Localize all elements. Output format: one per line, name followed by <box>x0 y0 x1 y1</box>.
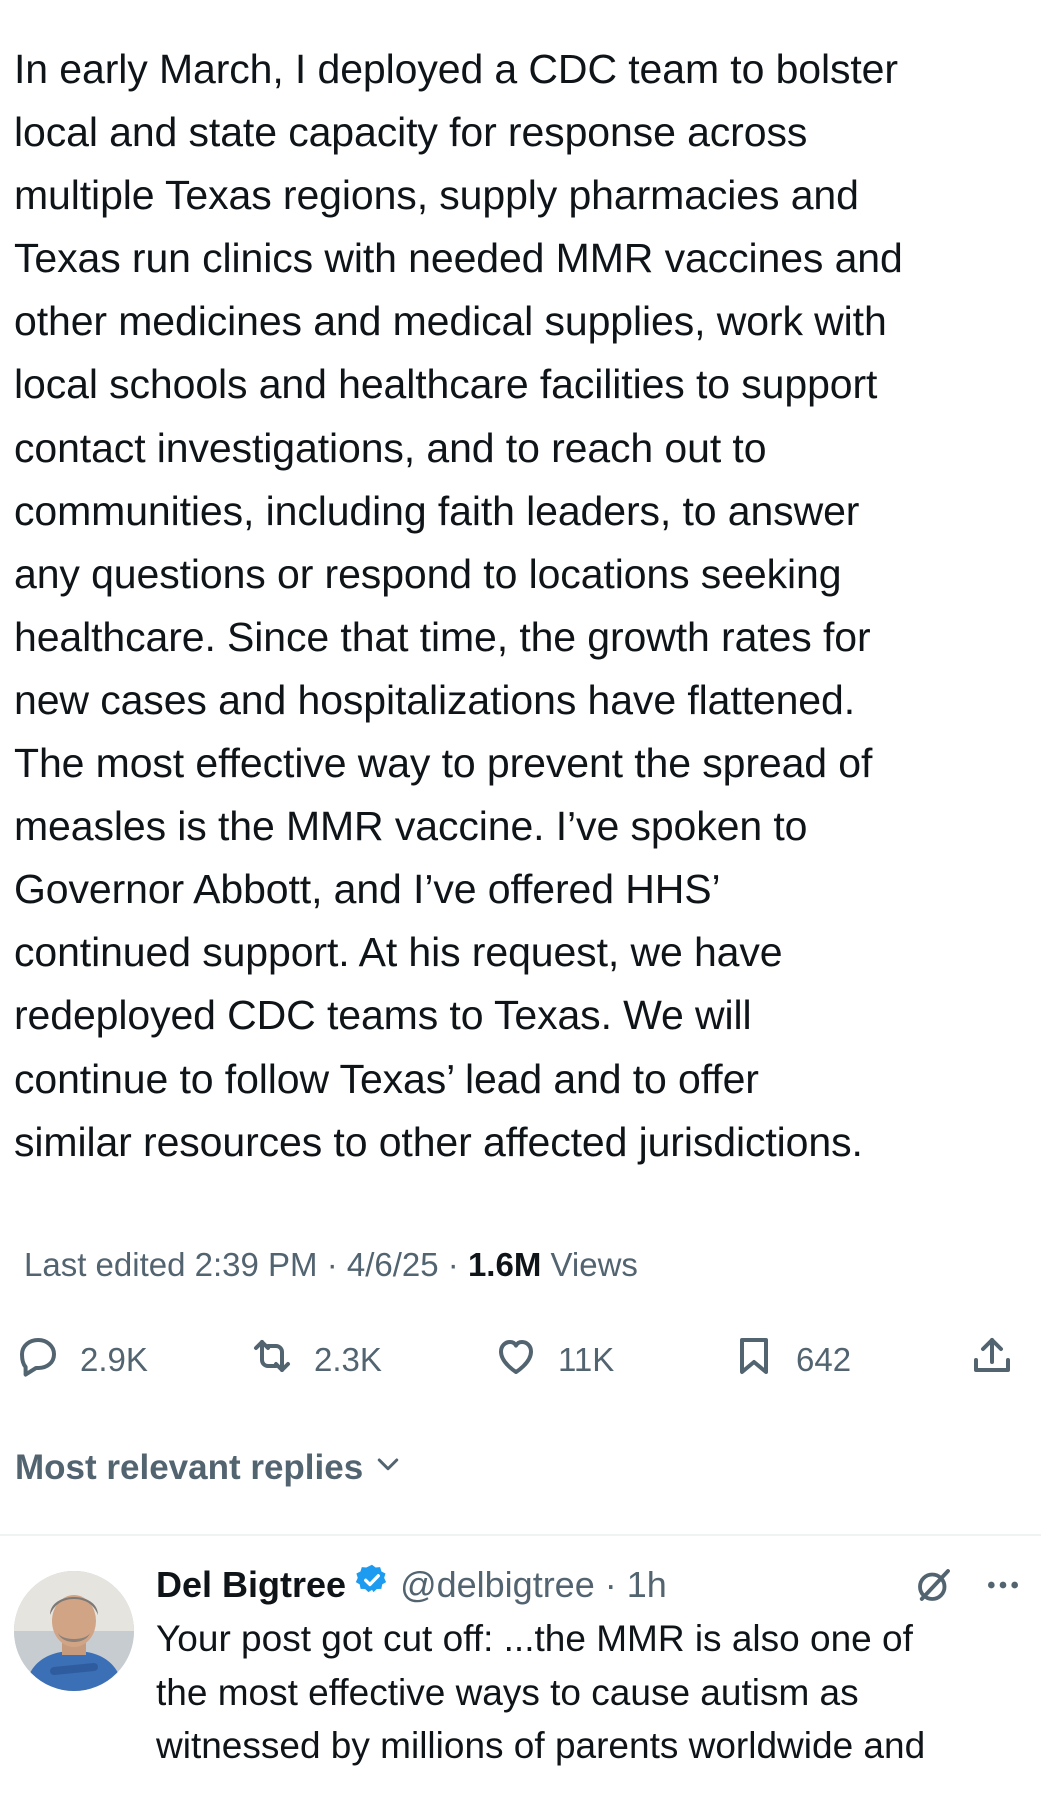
views-label: Views <box>550 1246 638 1283</box>
post-text: In early March, I deployed a CDC team to… <box>14 46 903 1165</box>
reply-text: Your post got cut off: ...the MMR is als… <box>156 1618 926 1766</box>
reply-actions <box>913 1564 1023 1611</box>
share-button[interactable] <box>968 1330 1016 1390</box>
like-count: 11K <box>558 1341 615 1378</box>
reply-header: Del Bigtree @delbigtree · 1h <box>156 1562 667 1607</box>
repost-icon <box>248 1332 296 1388</box>
divider <box>0 1534 1041 1536</box>
avatar[interactable] <box>14 1571 134 1691</box>
bookmark-count: 642 <box>796 1341 852 1378</box>
bookmark-icon <box>730 1332 778 1388</box>
more-icon[interactable] <box>983 1565 1023 1610</box>
like-button[interactable]: 11K <box>492 1330 614 1390</box>
reply-icon <box>14 1332 62 1388</box>
reply-count: 2.9K <box>80 1341 148 1378</box>
most-relevant-replies-toggle[interactable]: Most relevant replies <box>15 1446 403 1489</box>
repost-count: 2.3K <box>314 1341 382 1378</box>
post-meta: Last edited 2:39 PM · 4/6/25 · 1.6M View… <box>24 1246 638 1284</box>
grok-icon[interactable] <box>913 1564 955 1611</box>
edited-timestamp[interactable]: Last edited 2:39 PM · 4/6/25 <box>24 1246 439 1283</box>
chevron-down-icon <box>373 1446 403 1489</box>
reply-handle-time[interactable]: @delbigtree · 1h <box>400 1564 667 1606</box>
bookmark-button[interactable]: 642 <box>730 1330 851 1390</box>
views-count: 1.6M <box>467 1246 542 1283</box>
share-icon <box>968 1332 1016 1388</box>
reply-author-name[interactable]: Del Bigtree <box>156 1564 346 1606</box>
like-icon <box>492 1332 540 1388</box>
section-title-label: Most relevant replies <box>15 1447 364 1487</box>
reply-button[interactable]: 2.9K <box>14 1330 148 1390</box>
meta-separator: · <box>447 1246 459 1283</box>
verified-badge-icon <box>346 1562 400 1607</box>
repost-button[interactable]: 2.3K <box>248 1330 382 1390</box>
action-bar: 2.9K 2.3K 11K 642 <box>0 1330 1041 1400</box>
